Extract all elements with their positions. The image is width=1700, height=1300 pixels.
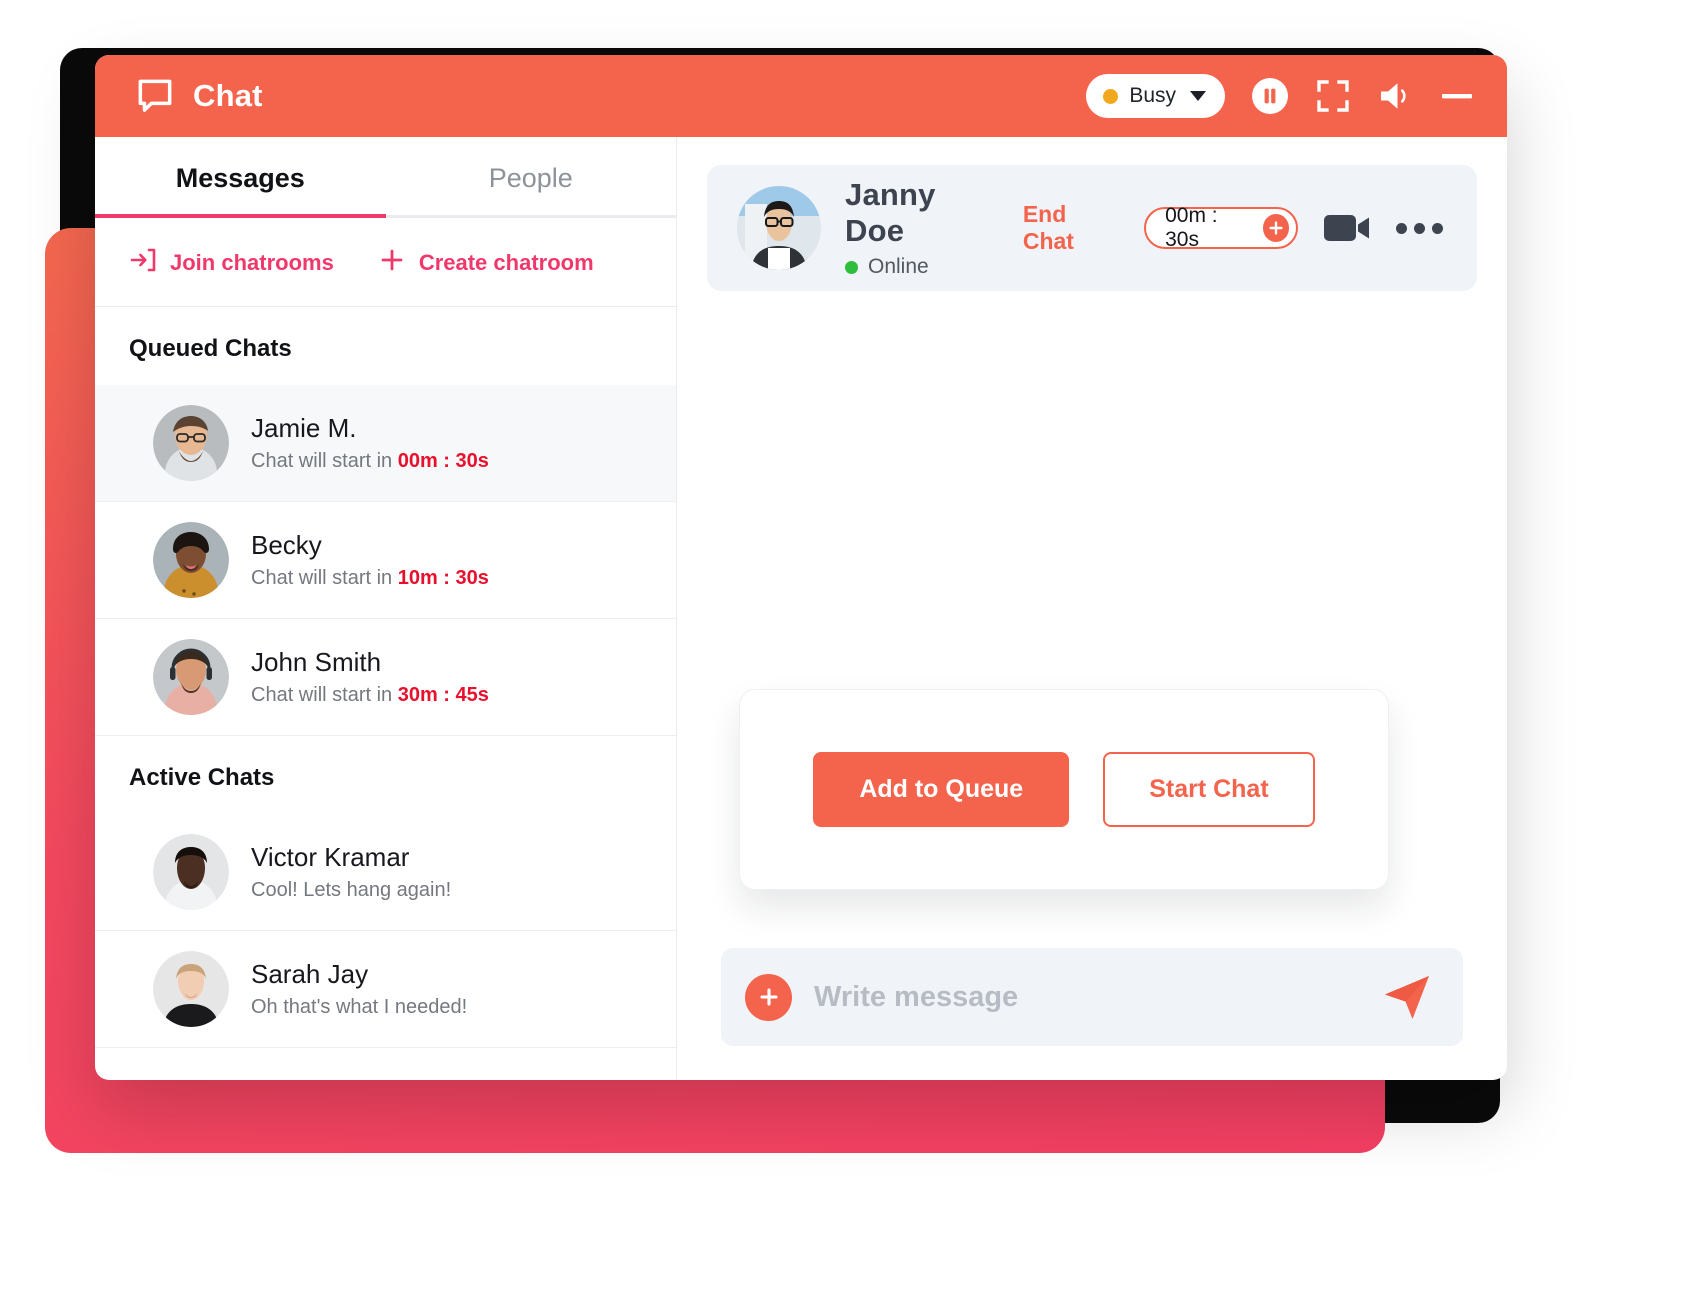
- plus-icon: [378, 246, 406, 280]
- avatar: [153, 951, 229, 1027]
- chat-bubble-icon: [135, 76, 175, 116]
- chat-timer-value: 00m : 30s: [1165, 204, 1218, 251]
- screenshot-stage: Chat Busy Messages People Join chatrooms…: [0, 0, 1700, 1300]
- tab-messages[interactable]: Messages: [95, 163, 386, 218]
- list-item-text: Sarah Jay Oh that's what I needed!: [251, 959, 467, 1019]
- start-chat-button[interactable]: Start Chat: [1103, 752, 1315, 827]
- message-composer: [721, 948, 1463, 1046]
- chat-action-card: Add to Queue Start Chat: [739, 689, 1389, 890]
- pause-icon[interactable]: [1251, 77, 1289, 115]
- list-item[interactable]: Sarah Jay Oh that's what I needed!: [95, 931, 676, 1048]
- chat-timer[interactable]: 00m : 30s: [1144, 204, 1298, 251]
- tab-people[interactable]: People: [386, 163, 677, 218]
- join-chatrooms-button[interactable]: Join chatrooms: [129, 246, 334, 280]
- ellipsis-dot: [1432, 222, 1443, 234]
- end-chat-button[interactable]: End Chat: [1023, 201, 1118, 255]
- tab-active-indicator: [95, 214, 386, 218]
- list-item[interactable]: Jamie M. Chat will start in 00m : 30s: [95, 385, 676, 502]
- section-title-active: Active Chats: [129, 764, 275, 791]
- minimize-icon[interactable]: [1441, 90, 1473, 102]
- conversation-header: Janny Doe Online End Chat 00m : 30s: [707, 165, 1477, 291]
- list-item[interactable]: Victor Kramar Cool! Lets hang again!: [95, 814, 676, 931]
- message-input[interactable]: [814, 980, 1357, 1014]
- list-item-name: John Smith: [251, 647, 382, 677]
- list-item-text: Victor Kramar Cool! Lets hang again!: [251, 842, 451, 902]
- plus-circle-icon[interactable]: [1262, 214, 1289, 242]
- list-item-subtitle: Chat will start in 30m : 45s: [251, 684, 489, 707]
- list-item-text: John Smith Chat will start in 30m : 45s: [251, 647, 489, 707]
- list-item[interactable]: Becky Chat will start in 10m : 30s: [95, 502, 676, 619]
- ellipsis-dot: [1414, 222, 1425, 234]
- avatar: [153, 405, 229, 481]
- list-item-subtitle: Oh that's what I needed!: [251, 996, 468, 1018]
- send-paper-plane-icon[interactable]: [1379, 972, 1435, 1022]
- list-item-text: Jamie M. Chat will start in 00m : 30s: [251, 413, 489, 473]
- message-thread: Add to Queue Start Chat: [707, 291, 1477, 948]
- video-camera-icon[interactable]: [1324, 211, 1370, 245]
- quick-actions: Join chatrooms Create chatroom: [95, 218, 676, 307]
- join-chatrooms-label: Join chatrooms: [170, 250, 334, 275]
- titlebar-controls: Busy: [1086, 74, 1473, 118]
- status-label: Busy: [1129, 84, 1176, 107]
- list-item-name: Sarah Jay: [251, 959, 369, 989]
- section-title-queued: Queued Chats: [129, 335, 292, 362]
- app-body: Messages People Join chatrooms Create ch…: [95, 137, 1507, 1080]
- conversation-name: Janny Doe: [845, 177, 936, 248]
- conversation-status: Online: [845, 255, 999, 279]
- list-item[interactable]: John Smith Chat will start in 30m : 45s: [95, 619, 676, 736]
- online-dot-icon: [845, 260, 858, 274]
- expand-icon[interactable]: [1315, 78, 1351, 114]
- list-item-subtitle: Chat will start in 10m : 30s: [251, 567, 489, 590]
- status-dot-icon: [1103, 88, 1119, 104]
- status-selector[interactable]: Busy: [1086, 74, 1225, 118]
- add-to-queue-button[interactable]: Add to Queue: [813, 752, 1070, 827]
- brand: Chat: [135, 76, 263, 116]
- list-item-sub-prefix: Chat will start in: [251, 567, 398, 589]
- sidebar-tabs: Messages People: [95, 137, 676, 218]
- ellipsis-dot: [1396, 222, 1407, 234]
- chat-list[interactable]: Queued Chats Jamie M. Chat will start in…: [95, 307, 676, 1080]
- list-item-sub-prefix: Chat will start in: [251, 684, 398, 706]
- create-chatroom-button[interactable]: Create chatroom: [378, 246, 594, 280]
- list-item-timer: 00m : 30s: [397, 450, 489, 472]
- list-item-timer: 10m : 30s: [397, 567, 489, 589]
- conversation-panel: Janny Doe Online End Chat 00m : 30s Add …: [677, 137, 1507, 1080]
- create-chatroom-label: Create chatroom: [418, 250, 594, 275]
- conversation-status-label: Online: [868, 255, 929, 278]
- titlebar: Chat Busy: [95, 55, 1507, 137]
- join-arrow-icon: [129, 246, 157, 280]
- conversation-identity: Janny Doe Online: [845, 177, 999, 279]
- ellipsis-icon[interactable]: [1396, 222, 1443, 234]
- list-item-name: Jamie M.: [251, 413, 357, 443]
- conversation-actions: End Chat 00m : 30s: [1023, 201, 1443, 255]
- app-title: Chat: [193, 78, 263, 113]
- chevron-down-icon: [1190, 91, 1206, 101]
- avatar: [737, 186, 821, 270]
- list-item-subtitle: Chat will start in 00m : 30s: [251, 450, 489, 473]
- list-item-subtitle: Cool! Lets hang again!: [251, 879, 452, 901]
- list-item-text: Becky Chat will start in 10m : 30s: [251, 530, 489, 590]
- chat-app-window: Chat Busy Messages People Join chatrooms…: [95, 55, 1507, 1080]
- plus-icon[interactable]: [745, 973, 792, 1021]
- sidebar: Messages People Join chatrooms Create ch…: [95, 137, 677, 1080]
- avatar: [153, 522, 229, 598]
- list-item-timer: 30m : 45s: [397, 684, 489, 706]
- speaker-icon[interactable]: [1377, 79, 1415, 113]
- avatar: [153, 834, 229, 910]
- list-item-name: Becky: [251, 530, 322, 560]
- list-item-sub-prefix: Chat will start in: [251, 450, 398, 472]
- avatar: [153, 639, 229, 715]
- list-item-name: Victor Kramar: [251, 842, 410, 872]
